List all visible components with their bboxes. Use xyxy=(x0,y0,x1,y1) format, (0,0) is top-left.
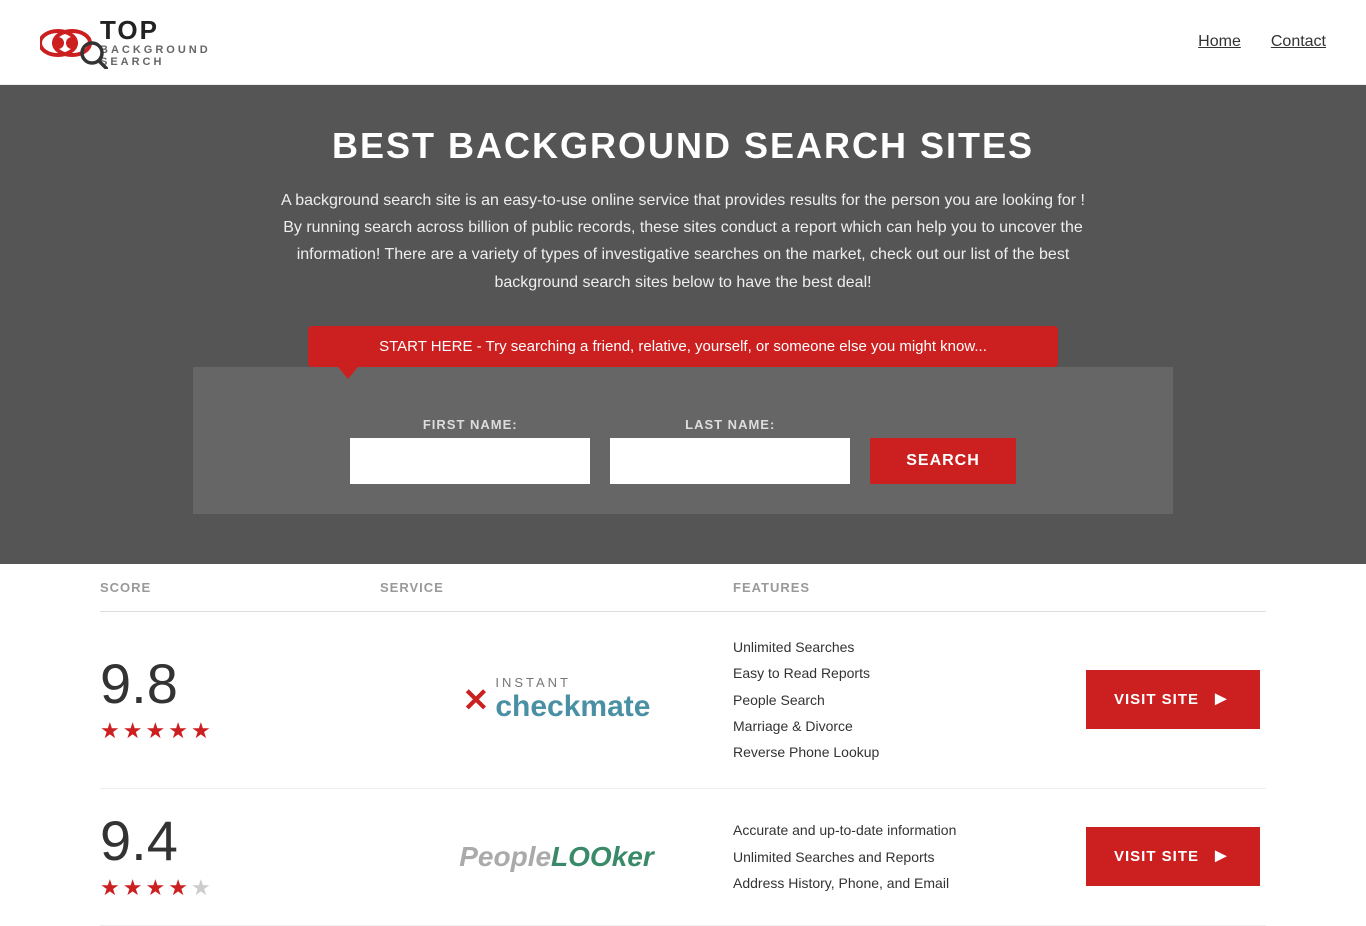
visit-btn-container-1: VISIT SITE ► xyxy=(1086,670,1266,729)
features-cell-1: Unlimited Searches Easy to Read Reports … xyxy=(733,636,1086,764)
last-name-input[interactable] xyxy=(610,438,850,484)
header-action xyxy=(1086,580,1266,595)
visit-site-label-1: VISIT SITE xyxy=(1114,691,1199,708)
service-logo-1: ✕ INSTANT checkmate xyxy=(380,675,733,724)
header-features: FEATURES xyxy=(733,580,1086,595)
star-2-2: ★ xyxy=(123,875,143,901)
checkmate-text: INSTANT checkmate xyxy=(495,675,650,724)
nav-contact[interactable]: Contact xyxy=(1271,33,1326,51)
feature-2-2: Unlimited Searches and Reports xyxy=(733,846,1086,868)
star-5: ★ xyxy=(191,718,211,744)
checkmate-x-icon: ✕ xyxy=(463,681,490,719)
search-form: FIRST NAME: LAST NAME: SEARCH xyxy=(213,417,1153,484)
score-number-1: 9.8 xyxy=(100,656,178,712)
star-3: ★ xyxy=(145,718,165,744)
visit-btn-container-2: VISIT SITE ► xyxy=(1086,827,1266,886)
first-name-group: FIRST NAME: xyxy=(350,417,590,484)
looker-text: LOOker xyxy=(551,841,654,872)
visit-site-button-1[interactable]: VISIT SITE ► xyxy=(1086,670,1260,729)
arrow-icon-1: ► xyxy=(1211,688,1232,711)
search-button[interactable]: SEARCH xyxy=(870,438,1016,484)
stars-2: ★ ★ ★ ★ ★ xyxy=(100,875,211,901)
arrow-icon-2: ► xyxy=(1211,845,1232,868)
header: TOP BACKGROUNDSEARCH Home Contact xyxy=(0,0,1366,85)
star-2-4: ★ xyxy=(168,875,188,901)
feature-1-4: Marriage & Divorce xyxy=(733,715,1086,737)
people-looker-logo: PeopleLOOker xyxy=(459,841,654,873)
search-form-container: FIRST NAME: LAST NAME: SEARCH xyxy=(193,367,1173,514)
hero-title: BEST BACKGROUND SEARCH SITES xyxy=(20,125,1346,167)
score-cell-1: 9.8 ★ ★ ★ ★ ★ xyxy=(100,656,380,744)
feature-1-2: Easy to Read Reports xyxy=(733,662,1086,684)
nav-home[interactable]: Home xyxy=(1198,33,1241,51)
star-2-5: ★ xyxy=(191,875,211,901)
star-2-1: ★ xyxy=(100,875,120,901)
feature-2-1: Accurate and up-to-date information xyxy=(733,819,1086,841)
hero-description: A background search site is an easy-to-u… xyxy=(273,187,1093,296)
logo-top: TOP xyxy=(100,16,211,45)
table-row: 9.8 ★ ★ ★ ★ ★ ✕ INSTANT checkmate Unlimi… xyxy=(100,612,1266,789)
table-section: SCORE SERVICE FEATURES 9.8 ★ ★ ★ ★ ★ ✕ I… xyxy=(0,564,1366,926)
checkmate-logo: ✕ INSTANT checkmate xyxy=(463,675,651,724)
logo-icon xyxy=(40,17,100,67)
instant-text: INSTANT xyxy=(495,675,650,690)
score-cell-2: 9.4 ★ ★ ★ ★ ★ xyxy=(100,813,380,901)
logo: TOP BACKGROUNDSEARCH xyxy=(40,16,211,69)
score-number-2: 9.4 xyxy=(100,813,178,869)
visit-site-button-2[interactable]: VISIT SITE ► xyxy=(1086,827,1260,886)
star-1: ★ xyxy=(100,718,120,744)
star-2-3: ★ xyxy=(145,875,165,901)
nav: Home Contact xyxy=(1198,33,1326,51)
feature-1-5: Reverse Phone Lookup xyxy=(733,741,1086,763)
speech-bubble: START HERE - Try searching a friend, rel… xyxy=(308,326,1058,367)
star-2: ★ xyxy=(123,718,143,744)
star-4: ★ xyxy=(168,718,188,744)
visit-site-label-2: VISIT SITE xyxy=(1114,848,1199,865)
header-service: SERVICE xyxy=(380,580,733,595)
logo-sub: BACKGROUNDSEARCH xyxy=(100,44,211,68)
table-header: SCORE SERVICE FEATURES xyxy=(100,564,1266,612)
service-logo-2: PeopleLOOker xyxy=(380,841,733,873)
first-name-label: FIRST NAME: xyxy=(350,417,590,432)
features-cell-2: Accurate and up-to-date information Unli… xyxy=(733,819,1086,894)
feature-1-1: Unlimited Searches xyxy=(733,636,1086,658)
people-text: People xyxy=(459,841,551,872)
last-name-label: LAST NAME: xyxy=(610,417,850,432)
table-row-2: 9.4 ★ ★ ★ ★ ★ PeopleLOOker Accurate and … xyxy=(100,789,1266,926)
first-name-input[interactable] xyxy=(350,438,590,484)
last-name-group: LAST NAME: xyxy=(610,417,850,484)
checkmate-brand: checkmate xyxy=(495,690,650,723)
hero-section: BEST BACKGROUND SEARCH SITES A backgroun… xyxy=(0,85,1366,564)
header-score: SCORE xyxy=(100,580,380,595)
feature-2-3: Address History, Phone, and Email xyxy=(733,872,1086,894)
logo-text: TOP BACKGROUNDSEARCH xyxy=(100,16,211,69)
stars-1: ★ ★ ★ ★ ★ xyxy=(100,718,211,744)
feature-1-3: People Search xyxy=(733,689,1086,711)
